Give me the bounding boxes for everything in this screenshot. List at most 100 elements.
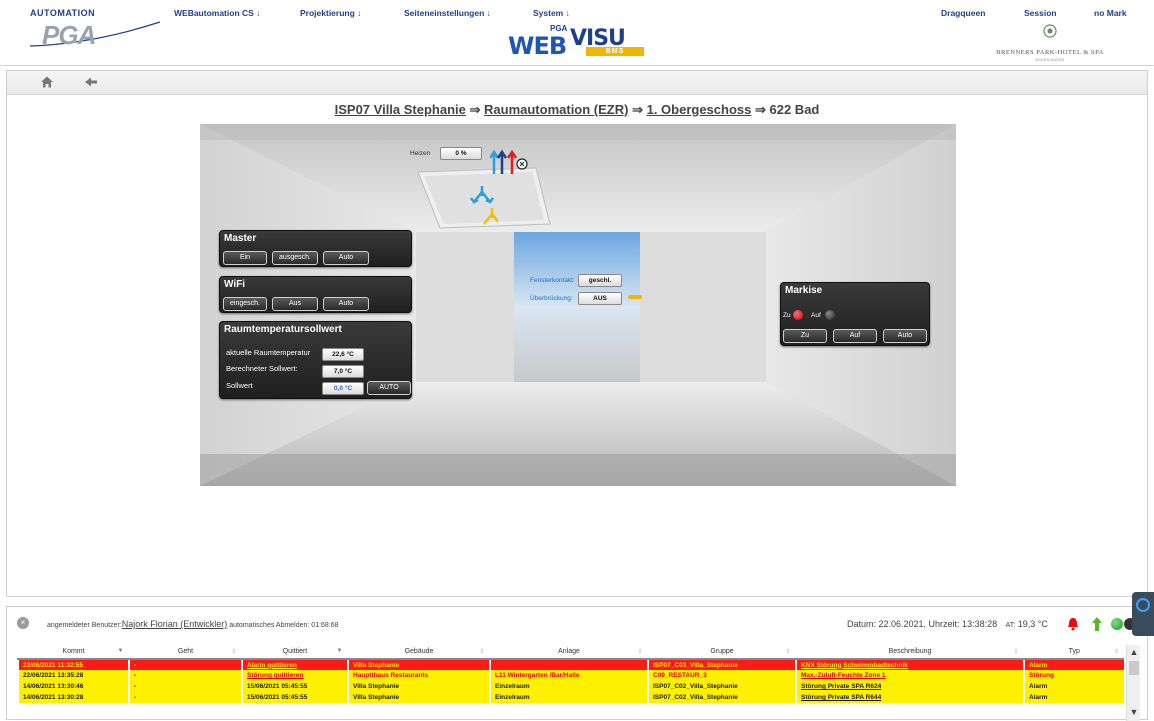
heizen-value: 0 % bbox=[440, 147, 482, 160]
teamviewer-icon bbox=[1136, 598, 1150, 612]
master-panel: Master Ein ausgesch. Auto bbox=[219, 230, 412, 267]
hotel-logo: BRENNERS PARK-HOTEL & SPA BADEN-BADEN bbox=[985, 22, 1115, 62]
link-dragqueen[interactable]: Dragqueen bbox=[941, 8, 985, 18]
markise-zu-lamp-icon bbox=[793, 310, 803, 320]
arrow-up-icon[interactable] bbox=[1091, 616, 1103, 632]
col-anlage[interactable]: Anlage ⇕ bbox=[489, 645, 648, 660]
wifi-auto-button[interactable]: Auto bbox=[323, 297, 369, 311]
fensterkontakt-value: geschl. bbox=[578, 274, 622, 287]
breadcrumb-raumautomation[interactable]: Raumautomation (EZR) bbox=[484, 102, 628, 117]
top-header: AUTOMATION PGA WEBautomation CS ↓ Projek… bbox=[0, 0, 1154, 66]
wifi-panel: WiFi eingesch. Aus Auto bbox=[219, 276, 412, 313]
alarm-quittieren-link[interactable]: Alarm quittieren bbox=[241, 659, 348, 670]
col-gebaeude[interactable]: Gebäude ⇕ bbox=[347, 645, 490, 660]
at-value: 19,3 °C bbox=[1017, 619, 1048, 629]
close-icon[interactable]: × bbox=[17, 617, 29, 629]
master-ausgesch-button[interactable]: ausgesch. bbox=[272, 251, 318, 265]
col-quittiert[interactable]: Quittiert ▼ bbox=[241, 645, 348, 660]
col-kommt[interactable]: Kommt ▼ bbox=[17, 645, 129, 660]
nav-system[interactable]: System ↓ bbox=[533, 8, 570, 18]
nav-seiteneinstellungen[interactable]: Seiteneinstellungen ↓ bbox=[404, 8, 491, 18]
aktuelle-temp-label: aktuelle Raumtemperatur bbox=[226, 348, 311, 357]
alarm-panel: × angemeldeter Benutzer:Najork Florian (… bbox=[6, 606, 1148, 721]
wifi-eingesch-button[interactable]: eingesch. bbox=[223, 297, 267, 311]
table-row[interactable]: 22/06/2021 13:35:28 - Störung quittieren… bbox=[17, 670, 1124, 681]
main-toolbar bbox=[7, 71, 1147, 95]
status-ok-icon bbox=[1111, 618, 1123, 630]
col-typ[interactable]: Typ ⇕ bbox=[1023, 645, 1124, 660]
berechnet-label: Berechneter Sollwert: bbox=[226, 364, 298, 373]
at-label: AT: bbox=[1005, 622, 1016, 629]
markise-auf-button[interactable]: Auf bbox=[833, 329, 877, 343]
table-row[interactable]: 14/06/2021 13:30:28 - 15/06/2021 05:45:5… bbox=[17, 692, 1124, 703]
window-handle-icon bbox=[628, 295, 642, 299]
table-row[interactable]: 22/06/2021 11:32:55 - Alarm quittieren V… bbox=[17, 659, 1124, 670]
main-panel: ISP07 Villa Stephanie ⇒ Raumautomation (… bbox=[6, 70, 1148, 597]
heizen-label: Heizen bbox=[410, 150, 431, 157]
master-ein-button[interactable]: Ein bbox=[223, 251, 267, 265]
datetime-display: Datum: 22.06.2021, Uhrzeit: 13:38:28 AT:… bbox=[847, 619, 1048, 629]
logo-big-text: PGA bbox=[42, 20, 96, 50]
markise-auf-lamp-icon bbox=[825, 310, 835, 320]
webvisu-web-text: WEB bbox=[508, 32, 567, 60]
user-prefix: angemeldeter Benutzer: bbox=[47, 622, 122, 629]
master-auto-button[interactable]: Auto bbox=[323, 251, 369, 265]
raumtemp-panel: Raumtemperatursollwert aktuelle Raumtemp… bbox=[219, 321, 412, 399]
hotel-crest-icon bbox=[1043, 24, 1057, 38]
stoerung-quittieren-link[interactable]: Störung quittieren bbox=[241, 670, 348, 681]
ueberbrueckung-label: Überbrückung: bbox=[530, 295, 573, 302]
markise-zu-label: Zu bbox=[783, 312, 791, 319]
status-bar: × angemeldeter Benutzer:Najork Florian (… bbox=[7, 607, 1147, 641]
user-name-link[interactable]: Najork Florian (Entwickler) bbox=[122, 619, 228, 629]
link-no-mark[interactable]: no Mark bbox=[1094, 8, 1127, 18]
alarm-table: Kommt ▼ Geht ⇕ Quittiert ▼ Gebäude ⇕ Anlage ⇕… bbox=[17, 645, 1124, 703]
breadcrumb-villa-stephanie[interactable]: ISP07 Villa Stephanie bbox=[335, 102, 466, 117]
pga-automation-logo[interactable]: AUTOMATION PGA bbox=[22, 6, 162, 50]
master-title: Master bbox=[224, 233, 257, 244]
webvisu-logo: PGA WEB VISU BMS bbox=[508, 24, 648, 60]
ueberbrueckung-value: AUS bbox=[578, 292, 622, 305]
berechnet-value: 7,0 °C bbox=[322, 365, 364, 378]
home-icon[interactable] bbox=[39, 75, 55, 91]
breadcrumb-sep: ⇒ bbox=[465, 102, 485, 117]
scroll-thumb[interactable] bbox=[1129, 661, 1139, 675]
webvisu-bms-text: BMS bbox=[586, 47, 644, 56]
hotel-sub: BADEN-BADEN bbox=[1035, 57, 1065, 62]
valve-arrows-icon bbox=[490, 149, 528, 174]
datetime-text: Datum: 22.06.2021, Uhrzeit: 13:38:28 bbox=[847, 619, 998, 629]
sollwert-auto-button[interactable]: AUTO bbox=[367, 381, 411, 395]
side-panel-tab[interactable] bbox=[1132, 592, 1154, 636]
breadcrumb-current: 622 Bad bbox=[769, 102, 820, 117]
col-geht[interactable]: Geht ⇕ bbox=[128, 645, 242, 660]
hotel-name: BRENNERS PARK-HOTEL & SPA bbox=[996, 49, 1104, 56]
col-beschreibung[interactable]: Beschreibung ⇕ bbox=[795, 645, 1024, 660]
table-row[interactable]: 14/06/2021 13:30:46 - 15/06/2021 05:45:5… bbox=[17, 681, 1124, 692]
back-arrow-icon[interactable] bbox=[83, 75, 99, 91]
auto-logout: automatisches Abmelden: 01:68:68 bbox=[229, 622, 339, 629]
link-session[interactable]: Session bbox=[1024, 8, 1057, 18]
logged-in-user: angemeldeter Benutzer:Najork Florian (En… bbox=[47, 619, 339, 629]
breadcrumb: ISP07 Villa Stephanie ⇒ Raumautomation (… bbox=[7, 102, 1147, 118]
markise-auf-label: Auf bbox=[811, 312, 821, 319]
scroll-down-icon[interactable]: ▼ bbox=[1127, 705, 1141, 719]
markise-auto-button[interactable]: Auto bbox=[883, 329, 927, 343]
aktuelle-temp-value: 22,6 °C bbox=[322, 348, 364, 361]
markise-zu-button[interactable]: Zu bbox=[783, 329, 827, 343]
air-flow-arrows-icon bbox=[470, 186, 498, 225]
table-header-row: Kommt ▼ Geht ⇕ Quittiert ▼ Gebäude ⇕ Anlage ⇕… bbox=[17, 645, 1124, 660]
table-scrollbar[interactable]: ▲ ▼ bbox=[1126, 645, 1140, 721]
sollwert-label: Sollwert bbox=[226, 381, 253, 390]
alarm-bell-icon[interactable] bbox=[1067, 617, 1079, 631]
raumtemp-title: Raumtemperatursollwert bbox=[224, 324, 342, 335]
nav-webautomation[interactable]: WEBautomation CS ↓ bbox=[174, 8, 260, 18]
nav-projektierung[interactable]: Projektierung ↓ bbox=[300, 8, 361, 18]
scroll-up-icon[interactable]: ▲ bbox=[1127, 645, 1141, 659]
col-gruppe[interactable]: Gruppe ⇕ bbox=[647, 645, 796, 660]
wifi-aus-button[interactable]: Aus bbox=[272, 297, 318, 311]
fensterkontakt-label: Fensterkontakt: bbox=[530, 277, 575, 284]
logo-small-text: AUTOMATION bbox=[30, 8, 96, 18]
sollwert-input[interactable]: 0,0 °C bbox=[322, 382, 364, 395]
breadcrumb-obergeschoss[interactable]: 1. Obergeschoss bbox=[647, 102, 752, 117]
wifi-title: WiFi bbox=[224, 279, 246, 290]
breadcrumb-sep: ⇒ bbox=[751, 102, 770, 117]
